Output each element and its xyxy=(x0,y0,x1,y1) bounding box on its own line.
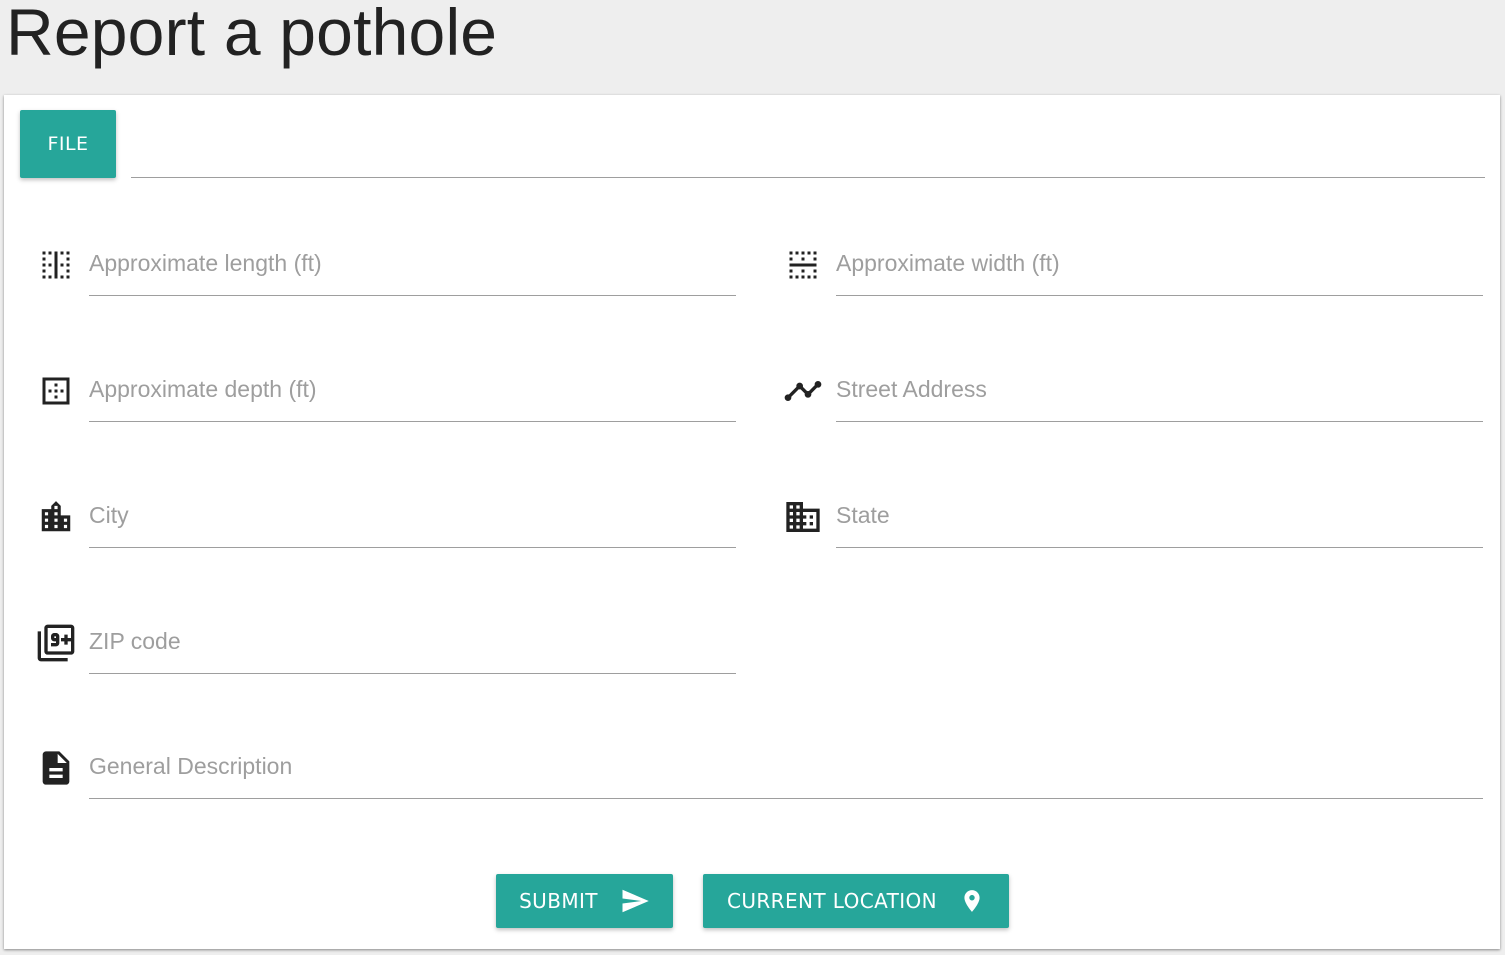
depth-field: Approximate depth (ft) xyxy=(36,371,736,431)
state-field: State xyxy=(783,497,1483,557)
width-input[interactable]: Approximate width (ft) xyxy=(836,245,1483,296)
length-field: Approximate length (ft) xyxy=(36,245,736,305)
street-field: Street Address xyxy=(783,371,1483,431)
city-field: City xyxy=(36,497,736,557)
state-label: State xyxy=(836,502,890,528)
place-icon xyxy=(959,888,985,914)
city-input[interactable]: City xyxy=(89,497,736,548)
file-button[interactable]: FILE xyxy=(20,110,116,178)
border-outer-icon xyxy=(36,371,76,411)
border-horizontal-icon xyxy=(783,245,823,285)
send-icon xyxy=(620,886,650,916)
zip-input[interactable]: ZIP code xyxy=(89,623,736,674)
current-location-button[interactable]: CURRENT LOCATION xyxy=(703,874,1009,928)
file-path-input[interactable] xyxy=(131,135,1485,178)
page-title: Report a pothole xyxy=(6,0,498,69)
filter-9-plus-icon xyxy=(36,623,76,663)
city-icon xyxy=(36,497,76,537)
width-field: Approximate width (ft) xyxy=(783,245,1483,305)
file-button-label: FILE xyxy=(47,133,89,155)
zip-field: ZIP code xyxy=(36,623,736,683)
description-field: General Description xyxy=(36,748,1483,808)
report-form-card: FILE Approximate length (ft) Approximate… xyxy=(4,95,1500,949)
length-input[interactable]: Approximate length (ft) xyxy=(89,245,736,296)
depth-label: Approximate depth (ft) xyxy=(89,376,317,402)
description-input[interactable]: General Description xyxy=(89,748,1483,799)
description-icon xyxy=(36,748,76,788)
description-label: General Description xyxy=(89,753,293,779)
current-location-button-label: CURRENT LOCATION xyxy=(726,889,938,913)
street-input[interactable]: Street Address xyxy=(836,371,1483,422)
state-input[interactable]: State xyxy=(836,497,1483,548)
border-vertical-icon xyxy=(36,245,76,285)
city-label: City xyxy=(89,502,129,528)
submit-button-label: SUBMIT xyxy=(519,889,598,913)
timeline-icon xyxy=(783,371,823,411)
depth-input[interactable]: Approximate depth (ft) xyxy=(89,371,736,422)
street-label: Street Address xyxy=(836,376,987,402)
length-label: Approximate length (ft) xyxy=(89,250,322,276)
zip-label: ZIP code xyxy=(89,628,181,654)
business-icon xyxy=(783,497,823,537)
submit-button[interactable]: SUBMIT xyxy=(496,874,673,928)
width-label: Approximate width (ft) xyxy=(836,250,1060,276)
